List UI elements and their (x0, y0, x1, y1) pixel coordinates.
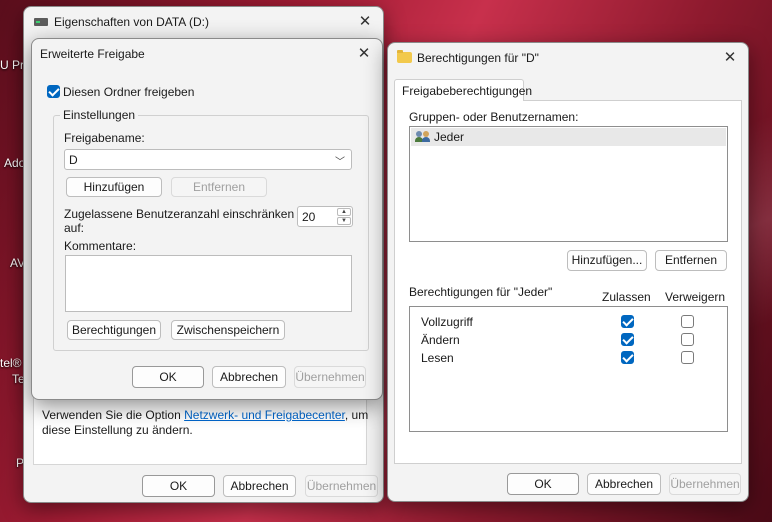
chevron-down-icon[interactable]: ﹀ (335, 153, 345, 168)
info-text: Verwenden Sie die Option Netzwerk- und F… (42, 408, 369, 422)
permissions-table: Vollzugriff Ändern Lesen (409, 306, 728, 432)
deny-checkbox[interactable] (681, 351, 694, 364)
deny-header: Verweigern (665, 290, 726, 304)
share-folder-label[interactable]: Diesen Ordner freigeben (63, 85, 194, 99)
ok-button[interactable]: OK (132, 366, 204, 388)
cancel-button[interactable]: Abbrechen (223, 475, 296, 497)
folder-icon (397, 50, 412, 63)
user-limit-value: 20 (302, 210, 316, 224)
users-list[interactable]: Jeder (409, 126, 728, 242)
user-limit-label: Zugelassene Benutzeranzahl einschränken (64, 207, 295, 221)
settings-group: Einstellungen Freigabename: D ﹀ Hinzufüg… (53, 108, 369, 351)
user-limit-label-line2: auf: (64, 221, 85, 235)
share-folder-checkbox[interactable] (47, 85, 60, 98)
remove-button: Entfernen (171, 177, 267, 197)
add-button[interactable]: Hinzufügen (66, 177, 162, 197)
close-icon[interactable]: ✕ (350, 43, 378, 65)
tab-share-permissions[interactable]: Freigabeberechtigungen (394, 79, 532, 101)
info-text-line2: diese Einstellung zu ändern. (42, 423, 193, 437)
table-row: Ändern (410, 331, 727, 349)
settings-group-title: Einstellungen (60, 108, 139, 122)
apply-button: Übernehmen (305, 475, 378, 497)
permission-name: Ändern (421, 333, 460, 347)
share-name-value: D (69, 153, 78, 167)
deny-checkbox[interactable] (681, 333, 694, 346)
cancel-button[interactable]: Abbrechen (212, 366, 286, 388)
user-limit-spinner[interactable]: 20 ▲ ▼ (297, 206, 353, 227)
comments-label: Kommentare: (64, 239, 137, 253)
title-bar[interactable]: Berechtigungen für "D" ✕ (388, 43, 748, 73)
network-center-link[interactable]: Netzwerk- und Freigabecenter (184, 408, 345, 422)
apply-button: Übernehmen (669, 473, 741, 495)
title-bar[interactable]: Eigenschaften von DATA (D:) ✕ (24, 7, 383, 37)
allow-checkbox[interactable] (621, 351, 634, 364)
drive-icon (34, 18, 48, 26)
permissions-dialog: Berechtigungen für "D" ✕ Freigabeberecht… (387, 42, 749, 502)
allow-checkbox[interactable] (621, 315, 634, 328)
permission-name: Vollzugriff (421, 315, 473, 329)
allow-header: Zulassen (602, 290, 651, 304)
tab-panel: Gruppen- oder Benutzernamen: Jeder Hinzu… (394, 100, 742, 464)
allow-checkbox[interactable] (621, 333, 634, 346)
add-user-button[interactable]: Hinzufügen... (567, 250, 647, 271)
spin-down-icon[interactable]: ▼ (337, 217, 351, 225)
window-title: Eigenschaften von DATA (D:) (54, 15, 209, 29)
tab-label: Freigabeberechtigungen (402, 84, 533, 98)
permissions-button[interactable]: Berechtigungen (67, 320, 161, 340)
advanced-sharing-dialog: Erweiterte Freigabe ✕ Diesen Ordner frei… (31, 38, 383, 400)
users-group-icon (415, 131, 432, 143)
deny-checkbox[interactable] (681, 315, 694, 328)
cancel-button[interactable]: Abbrechen (587, 473, 661, 495)
groups-label: Gruppen- oder Benutzernamen: (409, 110, 579, 124)
permissions-for-label: Berechtigungen für "Jeder" (409, 285, 553, 299)
share-name-combobox[interactable]: D ﹀ (64, 149, 352, 170)
close-icon[interactable]: ✕ (351, 11, 379, 33)
dialog-title: Berechtigungen für "D" (417, 51, 539, 65)
remove-user-button[interactable]: Entfernen (655, 250, 727, 271)
apply-button: Übernehmen (294, 366, 366, 388)
dialog-title: Erweiterte Freigabe (40, 47, 145, 61)
title-bar[interactable]: Erweiterte Freigabe ✕ (32, 39, 382, 69)
permission-name: Lesen (421, 351, 454, 365)
close-icon[interactable]: ✕ (716, 47, 744, 69)
spin-up-icon[interactable]: ▲ (337, 208, 351, 216)
ok-button[interactable]: OK (142, 475, 215, 497)
table-row: Vollzugriff (410, 313, 727, 331)
ok-button[interactable]: OK (507, 473, 579, 495)
list-item[interactable]: Jeder (411, 128, 726, 146)
share-name-label: Freigabename: (64, 131, 145, 145)
desktop-label[interactable]: tel® (0, 356, 22, 370)
table-row: Lesen (410, 349, 727, 367)
caching-button[interactable]: Zwischenspeichern (171, 320, 285, 340)
comments-textarea[interactable] (65, 255, 352, 312)
user-name: Jeder (434, 130, 465, 144)
